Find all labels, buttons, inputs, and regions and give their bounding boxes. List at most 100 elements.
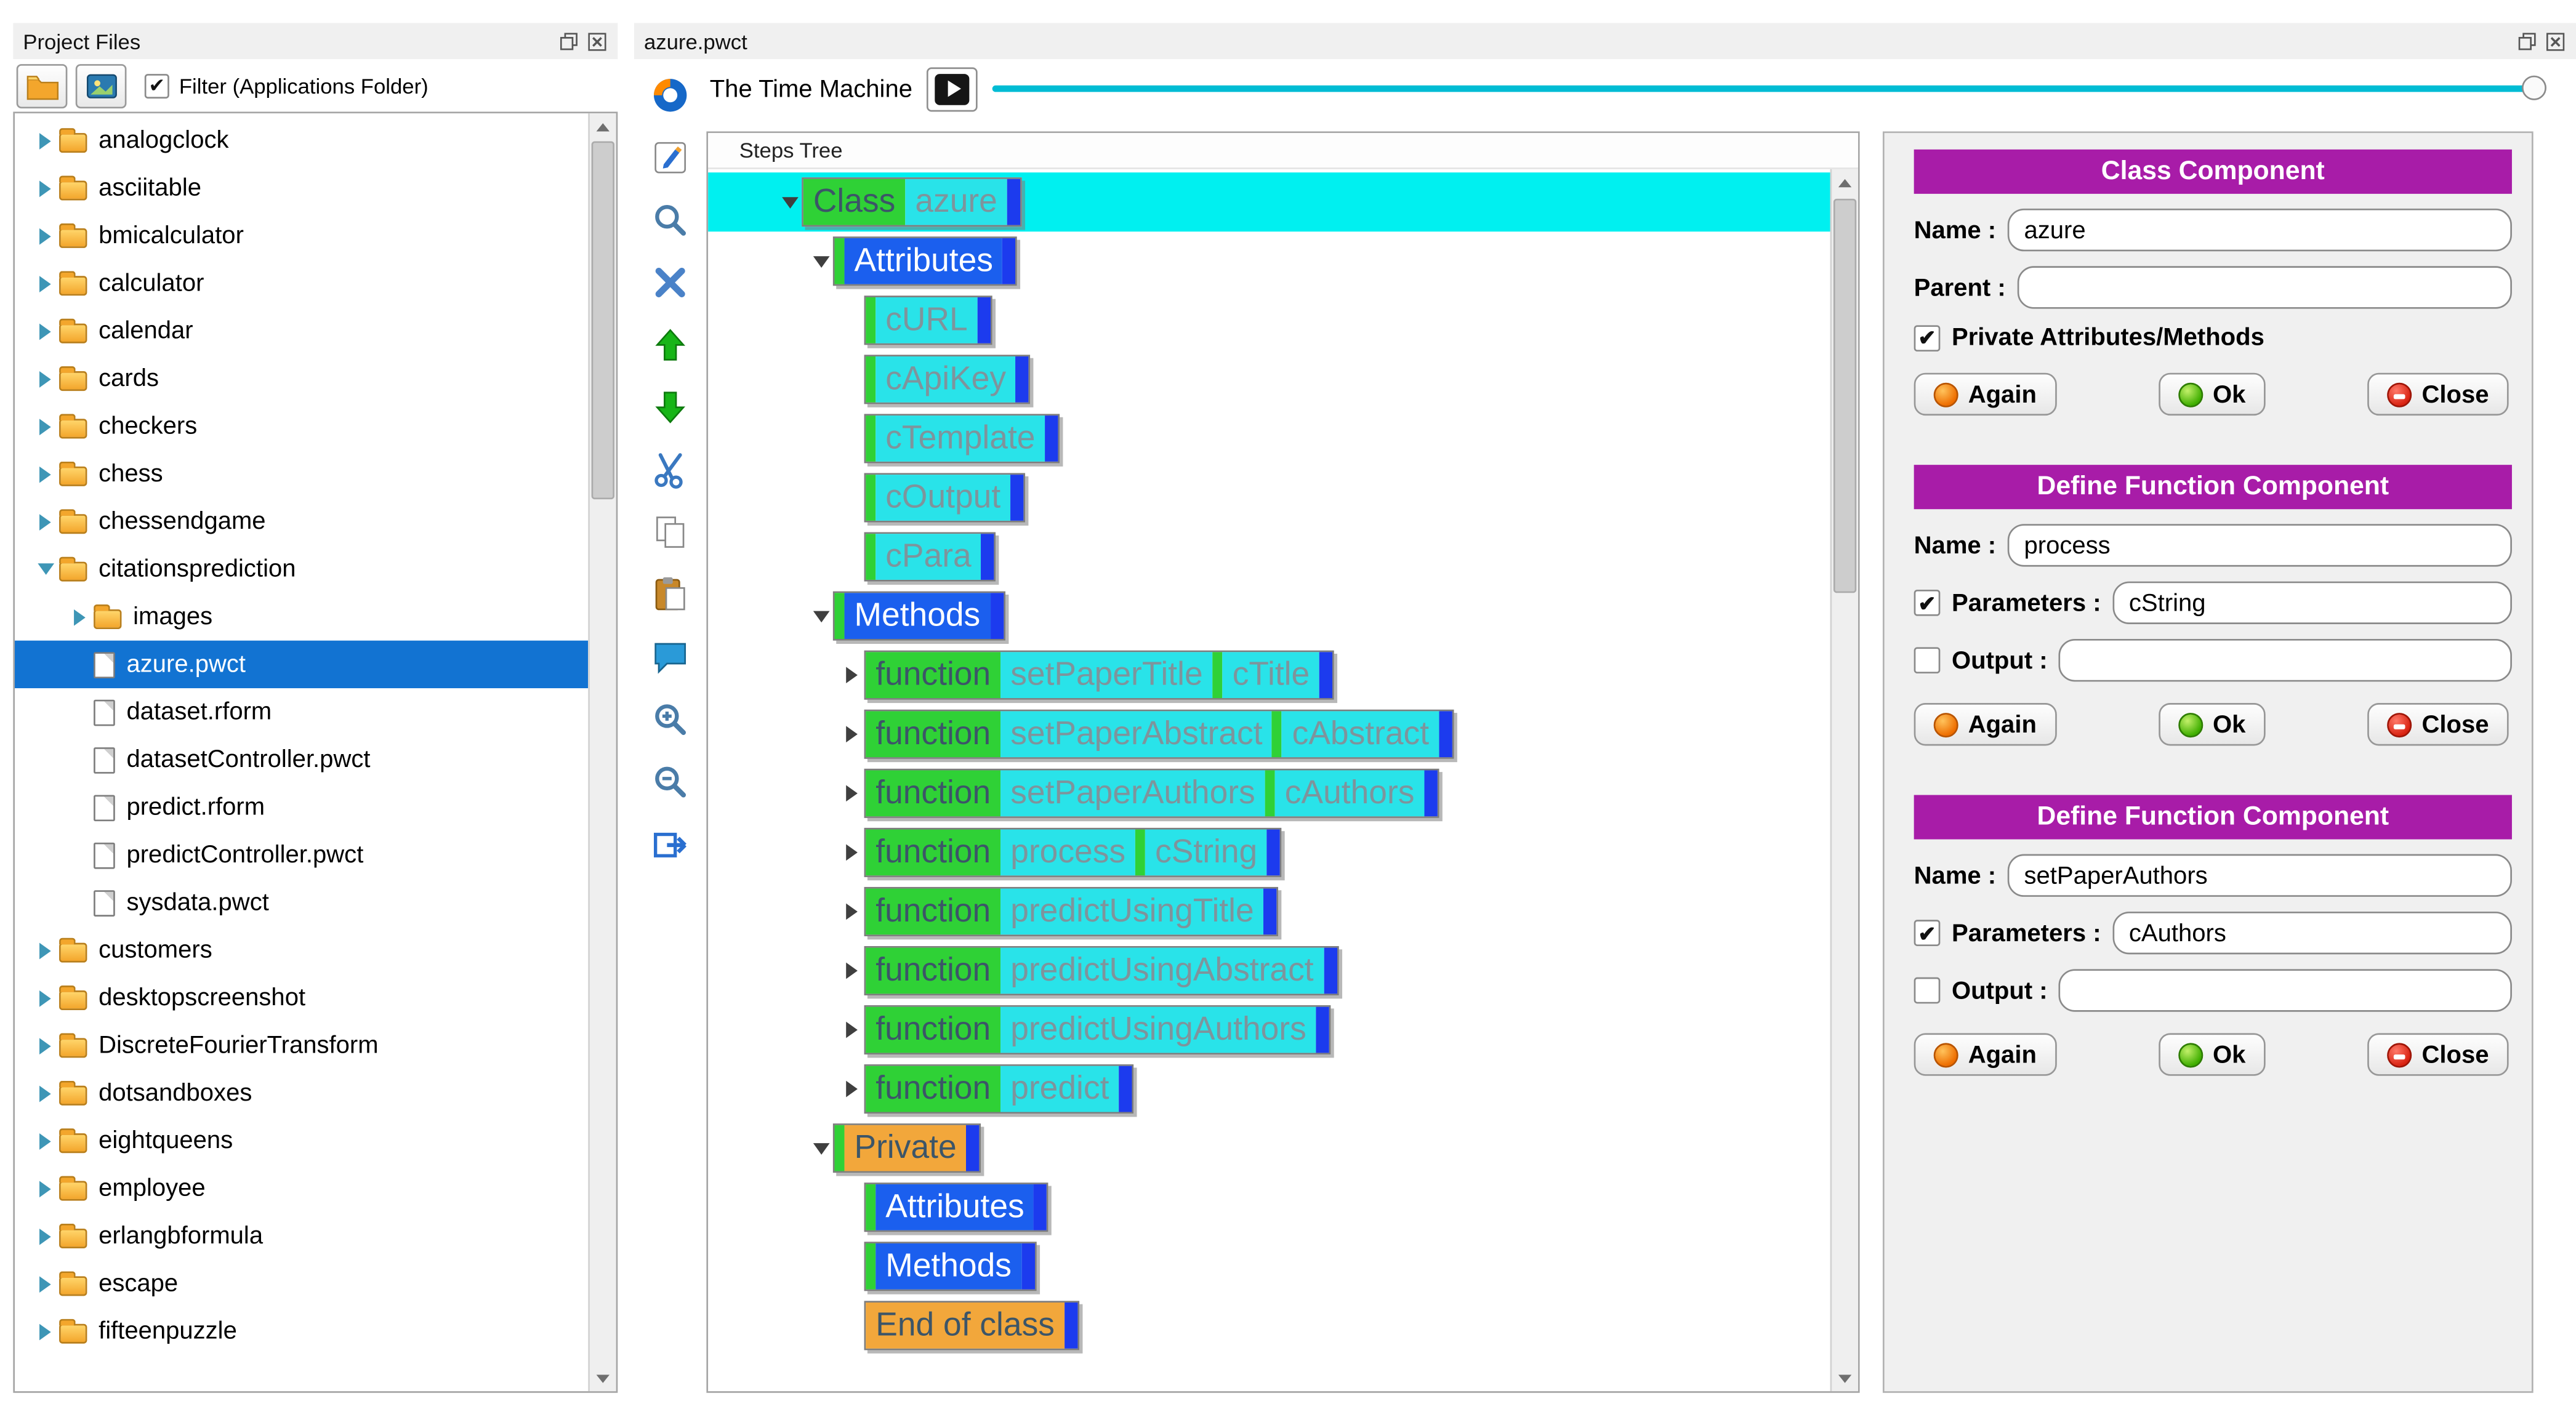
tree-item-chessendgame[interactable]: chessendgame <box>15 498 588 545</box>
filter-checkbox[interactable]: ✔ <box>144 73 169 98</box>
step-expand-icon[interactable] <box>840 1022 864 1038</box>
step-row-ctemplate[interactable]: cTemplate <box>708 409 1830 468</box>
float-panel-icon[interactable] <box>558 30 580 52</box>
step-row-capikey[interactable]: cApiKey <box>708 350 1830 409</box>
close-button[interactable]: Close <box>2367 372 2509 416</box>
step-row-attributes[interactable]: Attributes <box>708 1178 1830 1237</box>
tree-item-erlangbformula[interactable]: erlangbformula <box>15 1212 588 1259</box>
tree-item-datasetcontroller-pwct[interactable]: datasetController.pwct <box>15 736 588 783</box>
collapse-arrow-icon[interactable] <box>31 563 59 575</box>
step-collapse-icon[interactable] <box>777 196 802 208</box>
float-panel-icon[interactable] <box>2517 30 2538 52</box>
step-expand-icon[interactable] <box>840 785 864 801</box>
toolbar-move-down-button[interactable] <box>647 384 693 428</box>
toolbar-copy-button[interactable] <box>647 509 693 553</box>
tree-item-citationsprediction[interactable]: citationsprediction <box>15 545 588 593</box>
expand-arrow-icon[interactable] <box>31 1180 59 1197</box>
step-row-curl[interactable]: cURL <box>708 291 1830 350</box>
step-row-function-setpaperabstract-cabstract[interactable]: function setPaperAbstract cAbstract <box>708 705 1830 764</box>
scroll-down-icon[interactable] <box>590 1365 616 1391</box>
parameters-checkbox[interactable]: ✔ <box>1914 589 1941 616</box>
parameters-input[interactable] <box>2112 581 2512 624</box>
scrollbar-thumb[interactable] <box>1833 198 1857 593</box>
expand-arrow-icon[interactable] <box>31 228 59 244</box>
step-row-function-predictusingabstract[interactable]: function predictUsingAbstract <box>708 941 1830 1000</box>
again-button[interactable]: Again <box>1914 703 2056 746</box>
output-checkbox[interactable] <box>1914 977 1941 1004</box>
scroll-up-icon[interactable] <box>1832 169 1858 196</box>
tree-item-employee[interactable]: employee <box>15 1165 588 1212</box>
toolbar-comment-button[interactable] <box>647 634 693 678</box>
step-row-function-predictusingauthors[interactable]: function predictUsingAuthors <box>708 1000 1830 1059</box>
expand-arrow-icon[interactable] <box>31 132 59 149</box>
tree-item-bmicalculator[interactable]: bmicalculator <box>15 212 588 259</box>
step-expand-icon[interactable] <box>840 963 864 979</box>
scrollbar-thumb[interactable] <box>591 141 614 500</box>
tree-item-images[interactable]: images <box>15 593 588 640</box>
name-input[interactable] <box>2007 524 2512 567</box>
expand-arrow-icon[interactable] <box>31 990 59 1006</box>
step-expand-icon[interactable] <box>840 726 864 742</box>
tree-item-calculator[interactable]: calculator <box>15 260 588 307</box>
toolbar-zoom-in-button[interactable] <box>647 696 693 741</box>
tree-item-checkers[interactable]: checkers <box>15 403 588 450</box>
expand-arrow-icon[interactable] <box>31 942 59 958</box>
expand-arrow-icon[interactable] <box>31 275 59 292</box>
tree-item-calendar[interactable]: calendar <box>15 307 588 355</box>
expand-arrow-icon[interactable] <box>31 1133 59 1149</box>
expand-arrow-icon[interactable] <box>31 418 59 435</box>
again-button[interactable]: Again <box>1914 372 2056 416</box>
expand-arrow-icon[interactable] <box>31 180 59 196</box>
tree-item-sysdata-pwct[interactable]: sysdata.pwct <box>15 879 588 926</box>
step-expand-icon[interactable] <box>840 904 864 920</box>
scroll-up-icon[interactable] <box>590 113 616 140</box>
output-checkbox[interactable] <box>1914 647 1941 674</box>
scroll-down-icon[interactable] <box>1832 1365 1858 1391</box>
close-panel-icon[interactable] <box>587 30 608 52</box>
tree-item-azure-pwct[interactable]: azure.pwct <box>15 640 589 689</box>
output-input[interactable] <box>2059 969 2512 1012</box>
time-machine-slider[interactable] <box>992 74 2546 103</box>
ok-button[interactable]: Ok <box>2158 372 2266 416</box>
time-machine-play-button[interactable] <box>927 66 978 111</box>
step-row-cpara[interactable]: cPara <box>708 528 1830 587</box>
expand-arrow-icon[interactable] <box>31 1323 59 1339</box>
step-row-function-predictusingtitle[interactable]: function predictUsingTitle <box>708 882 1830 941</box>
parent-input[interactable] <box>2017 266 2512 309</box>
step-row-function-setpaperauthors-cauthors[interactable]: function setPaperAuthors cAuthors <box>708 764 1830 823</box>
tree-item-fifteenpuzzle[interactable]: fifteenpuzzle <box>15 1307 588 1355</box>
step-row-function-setpapertitle-ctitle[interactable]: function setPaperTitle cTitle <box>708 646 1830 705</box>
step-expand-icon[interactable] <box>840 1081 864 1098</box>
tree-item-chess[interactable]: chess <box>15 450 588 497</box>
tree-item-discretefouriertransform[interactable]: DiscreteFourierTransform <box>15 1022 588 1069</box>
step-expand-icon[interactable] <box>840 667 864 683</box>
name-input[interactable] <box>2007 854 2512 897</box>
project-tree-scrollbar[interactable] <box>588 113 616 1392</box>
expand-arrow-icon[interactable] <box>31 513 59 530</box>
step-row-coutput[interactable]: cOutput <box>708 468 1830 527</box>
tree-item-predictcontroller-pwct[interactable]: predictController.pwct <box>15 831 588 878</box>
toolbar-find-button[interactable] <box>647 197 693 241</box>
slider-handle[interactable] <box>2521 75 2546 100</box>
tree-item-analogclock[interactable]: analogclock <box>15 116 588 164</box>
close-button[interactable]: Close <box>2367 1033 2509 1076</box>
parameters-checkbox[interactable]: ✔ <box>1914 920 1941 946</box>
close-panel-icon[interactable] <box>2545 30 2566 52</box>
open-folder-button[interactable] <box>16 63 68 108</box>
expand-arrow-icon[interactable] <box>66 609 94 625</box>
expand-arrow-icon[interactable] <box>31 323 59 339</box>
expand-arrow-icon[interactable] <box>31 1037 59 1054</box>
step-row-methods[interactable]: Methods <box>708 1237 1830 1296</box>
toolbar-edit-button[interactable] <box>647 135 693 179</box>
toolbar-paste-button[interactable] <box>647 572 693 616</box>
tree-item-predict-rform[interactable]: predict.rform <box>15 784 588 831</box>
tree-item-eightqueens[interactable]: eightqueens <box>15 1117 588 1164</box>
expand-arrow-icon[interactable] <box>31 371 59 387</box>
toolbar-cut-button[interactable] <box>647 447 693 491</box>
toolbar-zoom-out-button[interactable] <box>647 759 693 803</box>
toolbar-navigate-button[interactable] <box>647 72 693 116</box>
step-row-class-azure[interactable]: Class azure <box>708 172 1830 232</box>
tree-item-escape[interactable]: escape <box>15 1260 588 1307</box>
step-row-private[interactable]: Private <box>708 1118 1830 1178</box>
tree-item-desktopscreenshot[interactable]: desktopscreenshot <box>15 974 588 1021</box>
